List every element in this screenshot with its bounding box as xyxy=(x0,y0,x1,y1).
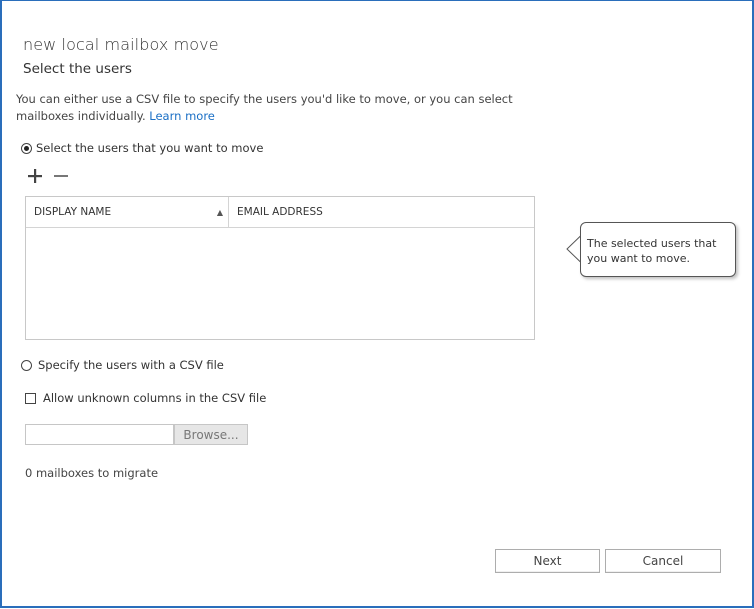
csv-radio[interactable] xyxy=(21,359,32,371)
radio-selected-dot xyxy=(24,145,29,151)
csv-option-label: Specify the users with a CSV file xyxy=(38,358,224,372)
column-label-display-name: DISPLAY NAME xyxy=(34,206,112,218)
column-header-email-address[interactable]: EMAIL ADDRESS xyxy=(229,197,534,227)
next-button[interactable]: Next xyxy=(495,549,600,573)
select-users-label: Select the users that you want to move xyxy=(36,141,264,155)
dialog-title: new local mailbox move xyxy=(23,35,219,54)
column-header-display-name[interactable]: DISPLAY NAME ▲ xyxy=(26,197,229,227)
learn-more-link[interactable]: Learn more xyxy=(149,109,215,123)
select-users-option[interactable]: Select the users that you want to move xyxy=(21,141,263,155)
sort-ascending-icon: ▲ xyxy=(216,208,223,217)
csv-option[interactable]: Specify the users with a CSV file xyxy=(21,358,224,372)
select-users-radio[interactable] xyxy=(21,142,32,154)
description: You can either use a CSV file to specify… xyxy=(16,91,536,125)
users-grid[interactable]: DISPLAY NAME ▲ EMAIL ADDRESS xyxy=(25,196,535,340)
column-label-email-address: EMAIL ADDRESS xyxy=(237,206,323,218)
allow-unknown-columns-checkbox[interactable] xyxy=(25,392,36,404)
mailbox-count-status: 0 mailboxes to migrate xyxy=(25,466,159,480)
help-tooltip: The selected users that you want to move… xyxy=(580,222,736,277)
dialog-subtitle: Select the users xyxy=(23,61,132,77)
allow-unknown-columns-option[interactable]: Allow unknown columns in the CSV file xyxy=(25,391,266,405)
grid-header: DISPLAY NAME ▲ EMAIL ADDRESS xyxy=(26,197,534,228)
minus-icon[interactable] xyxy=(53,168,69,184)
allow-unknown-columns-label: Allow unknown columns in the CSV file xyxy=(43,391,267,405)
tooltip-text: The selected users that you want to move… xyxy=(587,237,717,265)
browse-button[interactable]: Browse... xyxy=(174,424,248,445)
plus-icon[interactable] xyxy=(27,168,43,184)
description-text: You can either use a CSV file to specify… xyxy=(16,92,513,123)
cancel-button[interactable]: Cancel xyxy=(605,549,721,573)
csv-file-path-input[interactable] xyxy=(25,424,174,445)
